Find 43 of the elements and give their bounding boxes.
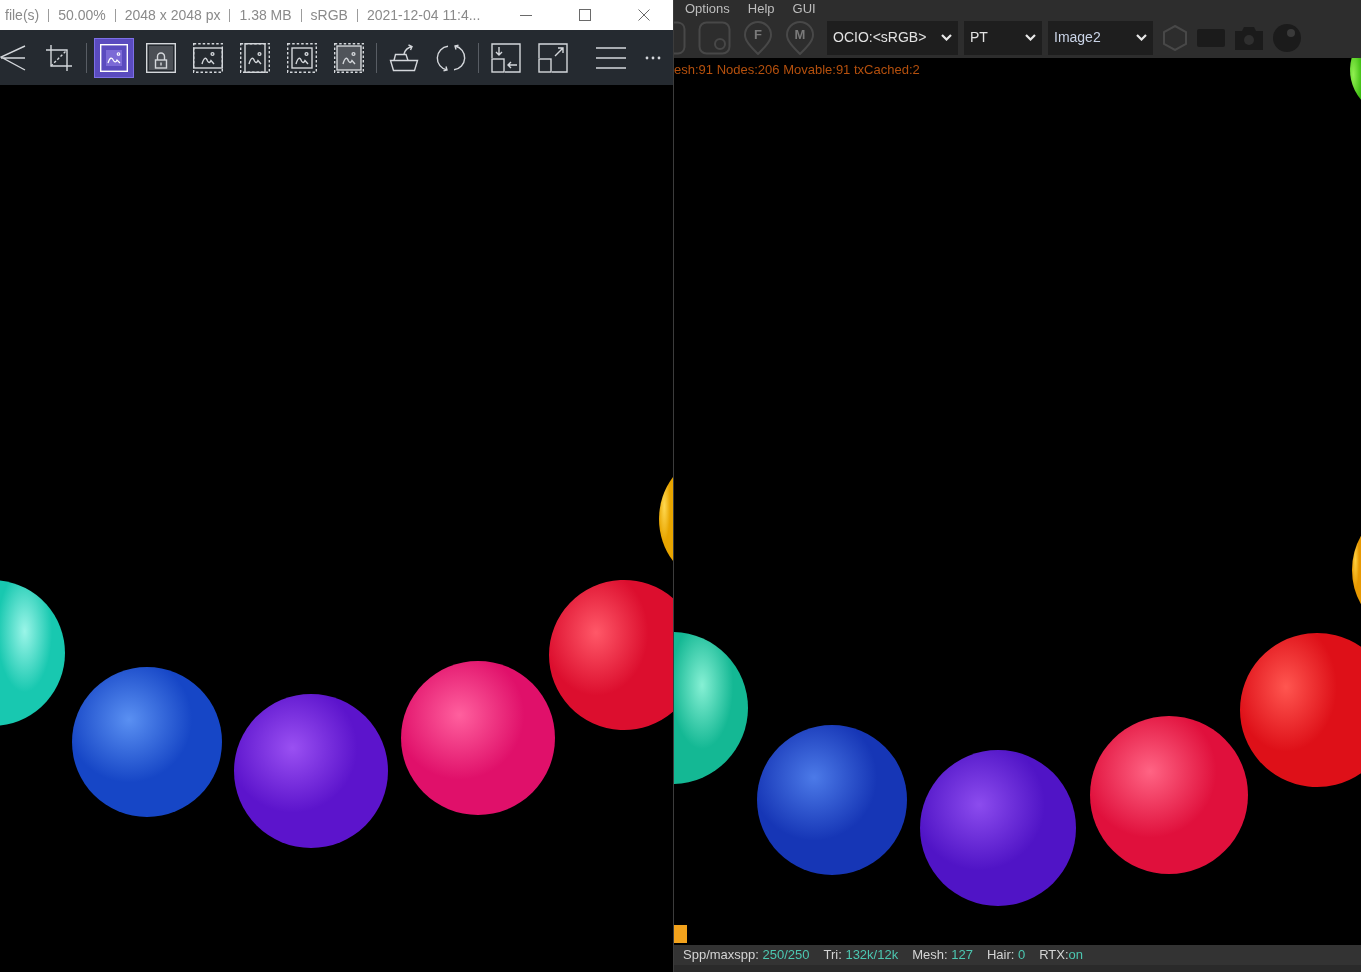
left-arrow-icon — [0, 44, 26, 71]
dashed-frame-icon — [334, 42, 364, 73]
hexagon-icon — [1163, 24, 1187, 51]
menu-icon — [596, 46, 626, 69]
title-info-text: 2021-12-04 11:4... — [366, 5, 481, 25]
title-info-text: file(s) — [5, 5, 40, 25]
tray-arrow-icon — [389, 42, 419, 73]
expand-icon — [538, 42, 568, 73]
fit-view-button[interactable] — [94, 37, 134, 78]
chevron-down-icon — [1025, 34, 1036, 41]
dashed-frame-icon — [240, 42, 270, 73]
title-info-text: 1.38 MB — [239, 5, 292, 25]
close-icon — [637, 9, 650, 21]
title-info-text: 2048 x 2048 px — [124, 5, 221, 25]
dropdown[interactable]: OCIO:<sRGB> — [827, 20, 958, 55]
pin-icon — [743, 20, 773, 55]
status-text: Spp/maxspp: 250/250 — [683, 946, 810, 965]
status-text: RTX:on — [1039, 946, 1084, 965]
status-text: Mesh: 127 — [912, 946, 973, 965]
chevron-down-icon — [941, 34, 952, 41]
rotate-icon — [436, 42, 466, 73]
dashed-frame-icon — [193, 42, 223, 73]
pin-icon — [785, 20, 815, 55]
menu-item[interactable]: Options — [685, 0, 730, 17]
chevron-down-icon — [1136, 34, 1147, 41]
minimize-icon — [519, 14, 532, 16]
shrink-icon — [491, 42, 521, 73]
dropdown[interactable]: PT — [964, 20, 1042, 55]
image-icon — [100, 43, 128, 72]
title-info-text: 50.00% — [58, 5, 106, 25]
maximize-icon — [578, 9, 591, 21]
more-icon — [645, 55, 661, 60]
dropdown[interactable]: Image2 — [1048, 20, 1153, 55]
sphere-icon — [1273, 23, 1301, 52]
status-text: Tri: 132k/12k — [823, 946, 899, 965]
status-text: Hair: 0 — [986, 946, 1026, 965]
locked-image-icon — [146, 42, 176, 73]
dashed-frame-icon — [287, 42, 317, 73]
menu-item[interactable]: Help — [747, 0, 775, 17]
crop-icon — [45, 43, 73, 72]
menu-item[interactable]: GUI — [792, 0, 816, 17]
scene-stats-text: esh:91 Nodes:206 Movable:91 txCached:2 — [674, 62, 920, 78]
title-info-text: sRGB — [310, 5, 348, 25]
